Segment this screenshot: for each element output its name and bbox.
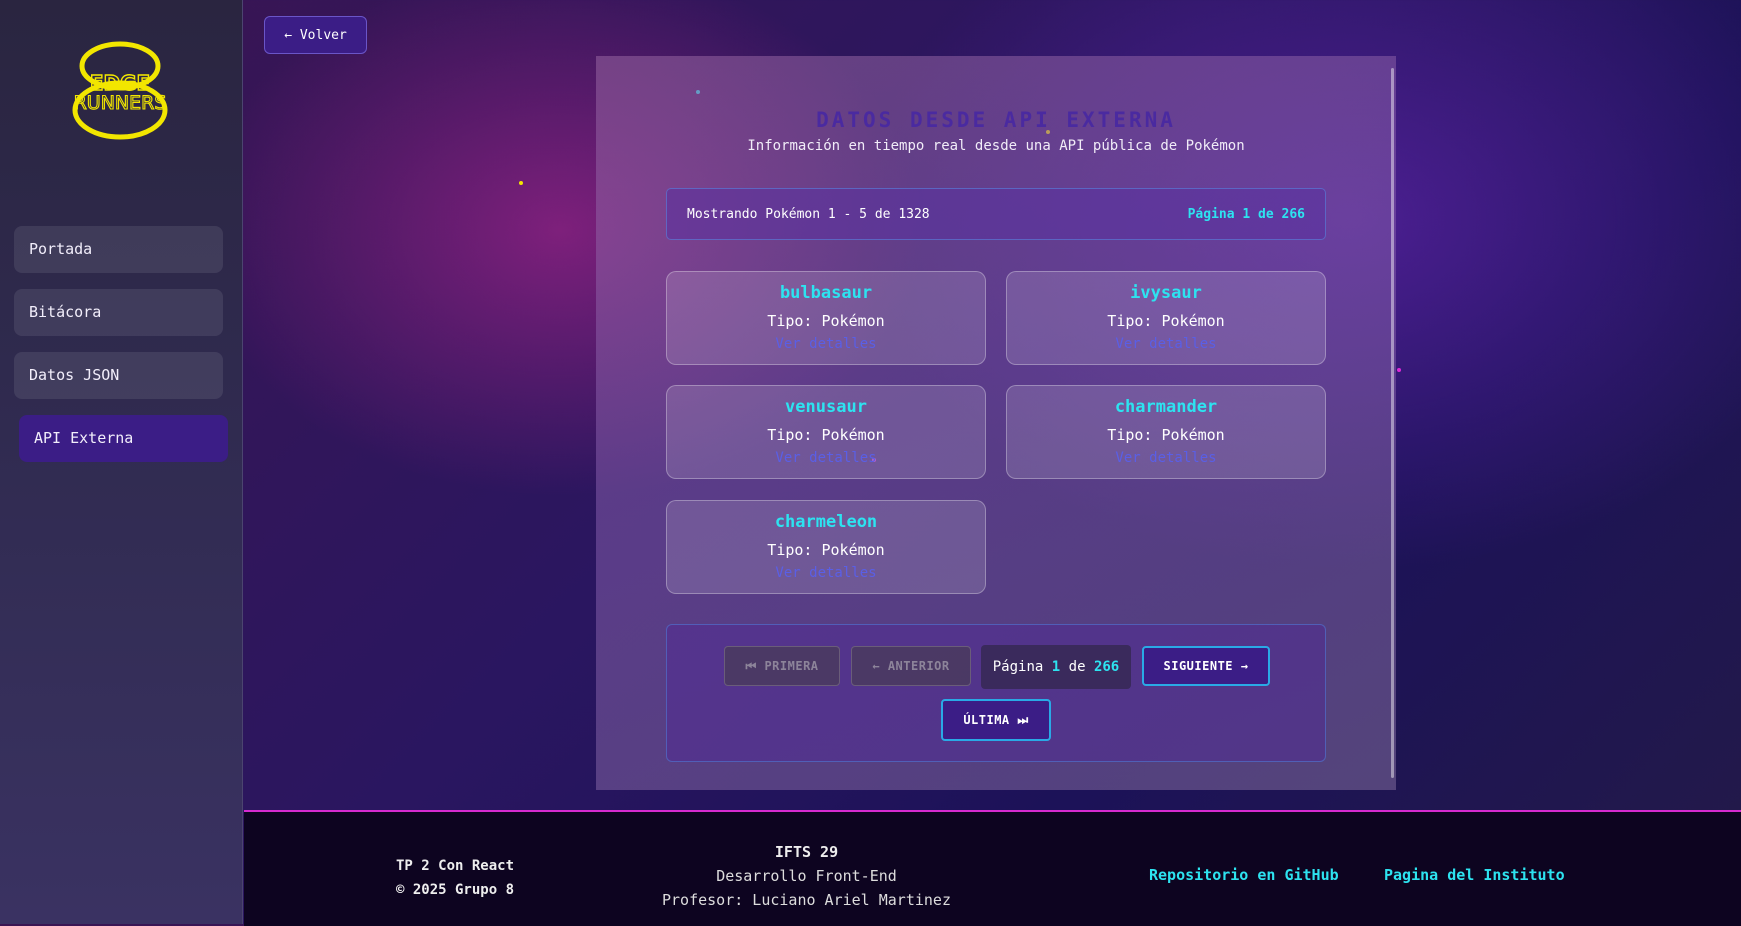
sidebar-item-label: Datos JSON: [29, 366, 120, 384]
page-title: DATOS DESDE API EXTERNA: [816, 108, 1176, 132]
of-word: de: [1068, 659, 1086, 675]
pokemon-type: Tipo: Pokémon: [767, 426, 885, 444]
details-link[interactable]: Ver detalles: [1007, 450, 1325, 466]
pokemon-card: bulbasaur Tipo: Pokémon Ver detalles: [666, 271, 986, 365]
sidebar-item-label: API Externa: [34, 429, 134, 447]
pokemon-card: charmeleon Tipo: Pokémon Ver detalles: [666, 500, 986, 594]
back-button[interactable]: ← Volver: [264, 16, 367, 54]
footer-institute: IFTS 29: [774, 843, 839, 861]
sidebar-item-label: Bitácora: [29, 303, 102, 321]
first-page-button[interactable]: ⏮ PRIMERA: [724, 646, 840, 686]
github-link[interactable]: Repositorio en GitHub: [1149, 866, 1339, 884]
sidebar-item-datos-json[interactable]: Datos JSON: [14, 352, 223, 399]
details-link[interactable]: Ver detalles: [1007, 336, 1325, 352]
last-page-button[interactable]: ÚLTIMA ⏭: [941, 699, 1051, 741]
total-pages: 266: [1093, 659, 1120, 675]
pokemon-name: ivysaur: [1130, 283, 1202, 303]
pokemon-card: ivysaur Tipo: Pokémon Ver detalles: [1006, 271, 1326, 365]
pokemon-card: charmander Tipo: Pokémon Ver detalles: [1006, 385, 1326, 479]
footer-copyright: © 2025 Grupo 8: [396, 882, 515, 898]
details-link[interactable]: Ver detalles: [667, 565, 985, 581]
particle-dot: [1397, 368, 1401, 372]
pokemon-type: Tipo: Pokémon: [767, 541, 885, 559]
page-word: Página: [992, 659, 1044, 675]
sidebar-item-portada[interactable]: Portada: [14, 226, 223, 273]
institute-link[interactable]: Pagina del Instituto: [1384, 866, 1565, 884]
details-link[interactable]: Ver detalles: [667, 336, 985, 352]
site-logo[interactable]: EDGE RUNNERS: [52, 40, 188, 140]
api-panel: DATOS DESDE API EXTERNA Información en t…: [596, 56, 1396, 790]
page-indicator: Página 1 de 266: [981, 645, 1131, 689]
sidebar-item-api-externa[interactable]: API Externa: [19, 415, 228, 462]
sidebar-item-label: Portada: [29, 240, 93, 258]
logo-line2: RUNNERS: [74, 92, 167, 114]
results-info-bar: Mostrando Pokémon 1 - 5 de 1328 Página 1…: [666, 188, 1326, 240]
details-link[interactable]: Ver detalles: [667, 450, 985, 466]
next-page-button[interactable]: SIGUIENTE →: [1142, 646, 1270, 686]
footer-professor: Profesor: Luciano Ariel Martinez: [662, 891, 951, 909]
pokemon-name: charmander: [1114, 397, 1218, 417]
results-count: Mostrando Pokémon 1 - 5 de 1328: [687, 206, 930, 222]
page-indicator-text: Página 1 de 266: [1187, 206, 1305, 222]
pagination: ⏮ PRIMERA ← ANTERIOR Página 1 de 266 SIG…: [666, 624, 1326, 762]
sidebar-item-bitacora[interactable]: Bitácora: [14, 289, 223, 336]
footer-credits: TP 2 Con React © 2025 Grupo 8: [396, 854, 514, 902]
pokemon-card: venusaur Tipo: Pokémon Ver detalles: [666, 385, 986, 479]
pokemon-type: Tipo: Pokémon: [1107, 426, 1225, 444]
sidebar: EDGE RUNNERS Portada Bitácora Datos JSON…: [0, 0, 243, 924]
pokemon-name: bulbasaur: [779, 283, 873, 303]
pokemon-name: charmeleon: [774, 512, 878, 532]
previous-page-button[interactable]: ← ANTERIOR: [851, 646, 971, 686]
footer-course: Desarrollo Front-End: [716, 867, 897, 885]
current-page: 1: [1051, 659, 1061, 675]
pokemon-type: Tipo: Pokémon: [1107, 312, 1225, 330]
footer-project: TP 2 Con React: [396, 858, 515, 874]
scrollbar[interactable]: [1391, 68, 1394, 778]
page-subtitle: Información en tiempo real desde una API…: [747, 138, 1245, 154]
footer-institute-info: IFTS 29 Desarrollo Front-End Profesor: L…: [644, 840, 969, 912]
particle-dot: [519, 181, 523, 185]
pokemon-type: Tipo: Pokémon: [767, 312, 885, 330]
footer: TP 2 Con React © 2025 Grupo 8 IFTS 29 De…: [244, 810, 1741, 926]
pokemon-name: venusaur: [785, 397, 867, 417]
